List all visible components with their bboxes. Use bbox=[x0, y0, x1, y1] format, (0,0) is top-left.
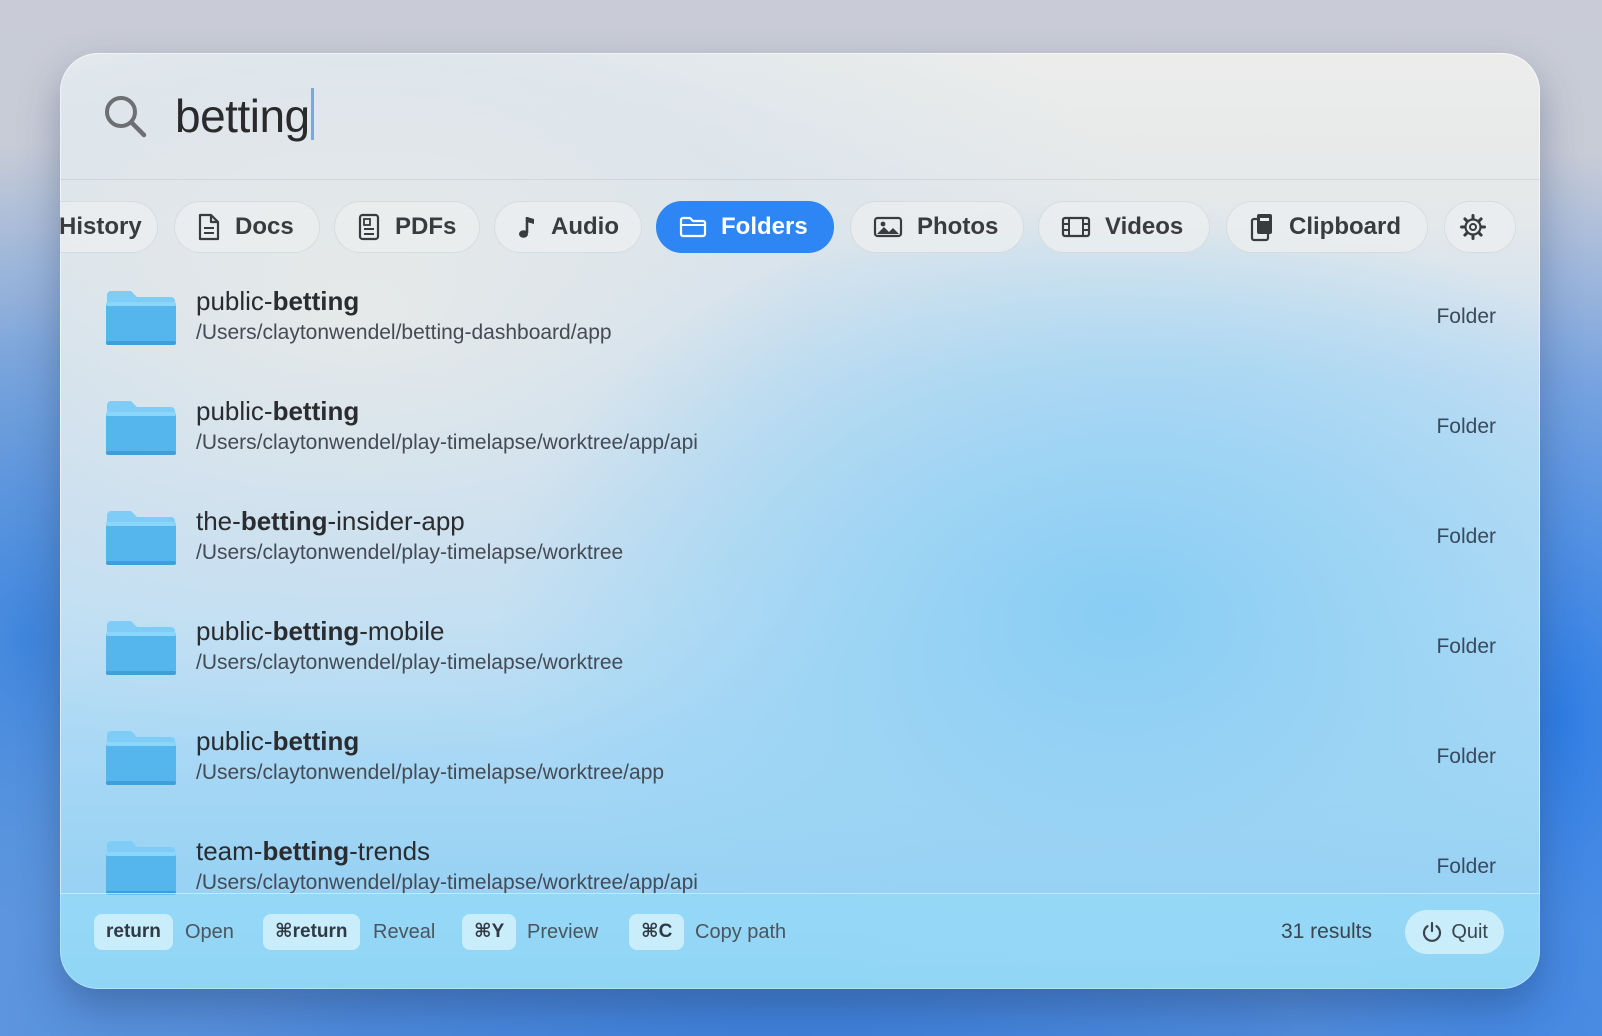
music-note-icon bbox=[519, 217, 534, 238]
tab-photos[interactable]: Photos bbox=[850, 201, 1024, 253]
result-path: /Users/claytonwendel/play-timelapse/work… bbox=[196, 431, 698, 454]
shortcut-key-copy-path[interactable]: ⌘C bbox=[629, 914, 685, 950]
document-icon bbox=[198, 213, 220, 241]
clipboard-icon bbox=[1250, 214, 1272, 242]
folder-icon bbox=[106, 401, 176, 455]
tab-clipboard[interactable]: Clipboard bbox=[1226, 201, 1428, 253]
settings-button[interactable] bbox=[1444, 201, 1516, 253]
result-name: public-betting bbox=[196, 396, 360, 426]
result-name: public-betting-mobile bbox=[196, 616, 445, 646]
quit-label: Quit bbox=[1451, 920, 1488, 943]
search-icon bbox=[105, 96, 147, 138]
results-count: 31 results bbox=[1280, 920, 1372, 943]
result-kind: Folder bbox=[1436, 415, 1496, 438]
shortcut-label-copy-path: Copy path bbox=[695, 921, 787, 943]
tab-pdfs-label: PDFs bbox=[395, 213, 457, 240]
shortcut-bar: return Open ⌘return Reveal ⌘Y Preview ⌘C… bbox=[60, 893, 1540, 989]
tab-folders[interactable]: Folders bbox=[656, 201, 834, 253]
tab-videos-label: Videos bbox=[1105, 213, 1184, 240]
shortcut-key-open[interactable]: return bbox=[94, 914, 173, 950]
tab-audio-label: Audio bbox=[551, 213, 619, 240]
tab-history-label: History bbox=[60, 213, 142, 240]
folder-icon bbox=[106, 291, 176, 345]
folder-icon bbox=[106, 621, 176, 675]
folder-icon bbox=[679, 216, 707, 238]
results-list: public-betting /Users/claytonwendel/bett… bbox=[60, 277, 1540, 897]
launcher-window: betting History Docs PDFs Audio Folders … bbox=[60, 53, 1540, 989]
list-item[interactable]: public-betting /Users/claytonwendel/bett… bbox=[60, 277, 1540, 387]
tab-pdfs[interactable]: PDFs bbox=[334, 201, 480, 253]
tab-docs-label: Docs bbox=[235, 213, 294, 240]
result-name: team-betting-trends bbox=[196, 836, 431, 866]
result-path: /Users/claytonwendel/play-timelapse/work… bbox=[196, 761, 665, 784]
pdf-icon bbox=[358, 213, 380, 241]
power-icon bbox=[1423, 921, 1442, 942]
result-path: /Users/claytonwendel/play-timelapse/work… bbox=[196, 541, 624, 564]
film-icon bbox=[1061, 216, 1091, 238]
filter-tabs: History Docs PDFs Audio Folders Photos V… bbox=[60, 201, 1540, 257]
result-kind: Folder bbox=[1436, 305, 1496, 328]
shortcut-key-reveal[interactable]: ⌘return bbox=[263, 914, 360, 950]
list-item[interactable]: team-betting-trends /Users/claytonwendel… bbox=[60, 827, 1540, 897]
folder-icon bbox=[106, 841, 176, 895]
gear-icon bbox=[1460, 214, 1486, 240]
result-path: /Users/claytonwendel/play-timelapse/work… bbox=[196, 651, 624, 674]
tab-audio[interactable]: Audio bbox=[494, 201, 642, 253]
result-name: public-betting bbox=[196, 286, 360, 316]
result-kind: Folder bbox=[1436, 635, 1496, 658]
text-caret bbox=[310, 88, 314, 140]
list-item[interactable]: public-betting /Users/claytonwendel/play… bbox=[60, 387, 1540, 497]
shortcut-label-preview: Preview bbox=[527, 921, 599, 943]
tab-photos-label: Photos bbox=[917, 213, 999, 240]
folder-icon bbox=[106, 511, 176, 565]
shortcut-key-preview[interactable]: ⌘Y bbox=[462, 914, 517, 950]
search-query: betting bbox=[175, 90, 310, 142]
result-path: /Users/claytonwendel/betting-dashboard/a… bbox=[196, 321, 612, 344]
tab-videos[interactable]: Videos bbox=[1038, 201, 1210, 253]
list-item[interactable]: the-betting-insider-app /Users/claytonwe… bbox=[60, 497, 1540, 607]
result-kind: Folder bbox=[1436, 745, 1496, 768]
search-input[interactable]: betting bbox=[175, 83, 314, 149]
list-item[interactable]: public-betting-mobile /Users/claytonwend… bbox=[60, 607, 1540, 717]
photo-icon bbox=[873, 216, 903, 238]
tab-docs[interactable]: Docs bbox=[174, 201, 320, 253]
folder-icon bbox=[106, 731, 176, 785]
tab-history[interactable]: History bbox=[60, 201, 158, 253]
search-bar: betting bbox=[60, 53, 1540, 180]
result-kind: Folder bbox=[1436, 525, 1496, 548]
result-kind: Folder bbox=[1436, 855, 1496, 878]
result-path: /Users/claytonwendel/play-timelapse/work… bbox=[196, 871, 698, 894]
result-name: public-betting bbox=[196, 726, 360, 756]
shortcut-label-open: Open bbox=[185, 921, 234, 943]
quit-button[interactable]: Quit bbox=[1405, 910, 1504, 954]
shortcut-label-reveal: Reveal bbox=[373, 921, 436, 943]
tab-folders-label: Folders bbox=[721, 213, 808, 240]
list-item[interactable]: public-betting /Users/claytonwendel/play… bbox=[60, 717, 1540, 827]
tab-clipboard-label: Clipboard bbox=[1289, 213, 1401, 240]
result-name: the-betting-insider-app bbox=[196, 506, 465, 536]
